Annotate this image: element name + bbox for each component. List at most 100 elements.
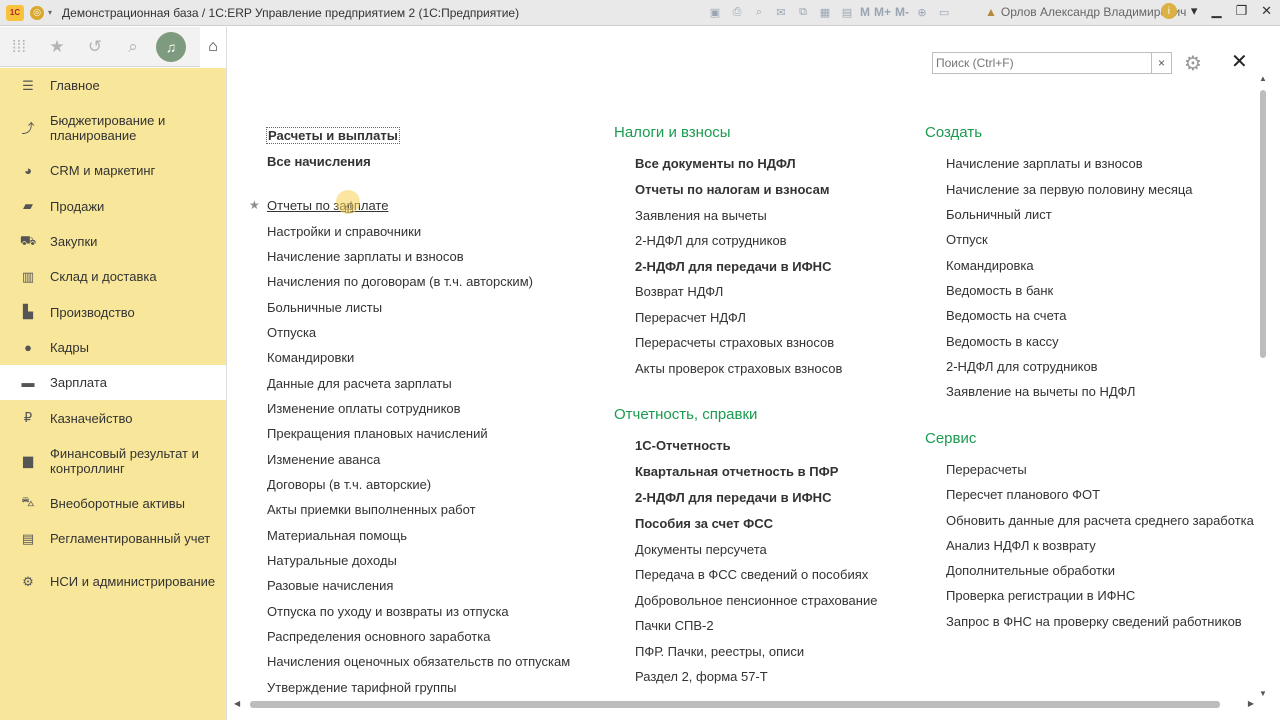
list-item[interactable]: Дополнительные обработки <box>946 563 1115 578</box>
apps-grid-icon[interactable]: ⁞⁞⁞ <box>0 27 38 67</box>
scroll-left-icon[interactable]: ◀ <box>234 699 240 708</box>
list-item[interactable]: 1С-Отчетность <box>635 438 731 453</box>
list-item[interactable]: Больничный лист <box>946 207 1052 222</box>
calendar-icon[interactable]: ▦ <box>816 4 834 20</box>
list-item[interactable]: Возврат НДФЛ <box>635 284 723 299</box>
list-item[interactable]: Анализ НДФЛ к возврату <box>946 538 1096 553</box>
search-icon[interactable]: ⌕ <box>114 27 152 67</box>
list-item[interactable]: Перерасчеты <box>946 462 1027 477</box>
link-icon[interactable]: ⧉ <box>794 4 812 20</box>
vertical-scrollbar[interactable]: ▲ ▼ <box>1257 72 1269 700</box>
list-item[interactable]: Распределения основного заработка <box>267 629 490 644</box>
sidebar-item-production[interactable]: ▙ Производство <box>0 294 226 329</box>
list-item[interactable]: Квартальная отчетность в ПФР <box>635 464 838 479</box>
link-payments[interactable]: Расчеты и выплаты <box>266 127 400 144</box>
list-item[interactable]: Отпуска по уходу и возвраты из отпуска <box>267 604 509 619</box>
list-item[interactable]: Настройки и справочники <box>267 224 421 239</box>
vertical-scroll-thumb[interactable] <box>1260 90 1266 358</box>
list-item[interactable]: Начисления по договорам (в т.ч. авторски… <box>267 274 533 289</box>
search-input[interactable] <box>933 53 1151 73</box>
list-item[interactable]: Прекращения плановых начислений <box>267 426 488 441</box>
list-item[interactable]: Перерасчет НДФЛ <box>635 310 746 325</box>
list-item[interactable]: Начисление зарплаты и взносов <box>267 249 464 264</box>
minimize-icon[interactable]: ▁ <box>1211 3 1221 19</box>
notifications-bell-icon[interactable]: ♫ <box>156 31 186 62</box>
save-icon[interactable]: ▣ <box>706 4 724 20</box>
home-icon[interactable]: ⌂ <box>200 27 226 67</box>
print-icon[interactable]: ⎙ <box>728 4 746 20</box>
sidebar-item-budgeting[interactable]: ⤴ Бюджетирование и планирование <box>0 103 226 153</box>
list-item[interactable]: 2-НДФЛ для передачи в ИФНС <box>635 490 831 505</box>
list-item[interactable]: Ведомость в кассу <box>946 334 1059 349</box>
list-item[interactable]: Все документы по НДФЛ <box>635 156 796 171</box>
scroll-up-icon[interactable]: ▲ <box>1259 74 1267 83</box>
link-salary-reports[interactable]: Отчеты по зарплате <box>267 198 388 213</box>
sidebar-item-warehouse[interactable]: ▥ Склад и доставка <box>0 259 226 294</box>
app-menu-icon[interactable]: ◎ <box>30 5 44 20</box>
list-item[interactable]: Больничные листы <box>267 300 382 315</box>
info-icon[interactable]: i <box>1160 3 1177 19</box>
favorites-star-icon[interactable]: ★ <box>38 27 76 67</box>
list-item[interactable]: ПФР. Пачки, реестры, описи <box>635 644 804 659</box>
list-item[interactable]: Материальная помощь <box>267 528 407 543</box>
list-item[interactable]: Отчеты по налогам и взносам <box>635 182 829 197</box>
scroll-right-icon[interactable]: ▶ <box>1248 699 1254 708</box>
settings-gear-icon[interactable]: ⚙ <box>1184 51 1202 76</box>
sidebar-item-fixed-assets[interactable]: ⛍ Внеоборотные активы <box>0 486 226 521</box>
sidebar-item-hr[interactable]: ● Кадры <box>0 330 226 365</box>
list-item[interactable]: Ведомость в банк <box>946 283 1053 298</box>
memory-minus-button[interactable]: M- <box>895 5 909 19</box>
find-icon[interactable]: ⌕ <box>750 4 768 20</box>
list-item[interactable]: Добровольное пенсионное страхование <box>635 593 877 608</box>
list-item[interactable]: Начисление зарплаты и взносов <box>946 156 1143 171</box>
list-item[interactable]: Командировка <box>946 258 1034 273</box>
list-item[interactable]: Натуральные доходы <box>267 553 397 568</box>
list-item[interactable]: Документы персучета <box>635 542 767 557</box>
sidebar-item-sales[interactable]: ▰ Продажи <box>0 189 226 224</box>
sidebar-item-admin[interactable]: ⚙ НСИ и администрирование <box>0 556 226 606</box>
list-item[interactable]: Утверждение тарифной группы <box>267 680 456 695</box>
list-item[interactable]: 2-НДФЛ для сотрудников <box>635 233 787 248</box>
list-item[interactable]: Перерасчеты страховых взносов <box>635 335 834 350</box>
list-item[interactable]: Пересчет планового ФОТ <box>946 487 1100 502</box>
list-item[interactable]: Заявления на вычеты <box>635 208 767 223</box>
sidebar-item-treasury[interactable]: ₽ Казначейство <box>0 400 226 435</box>
sidebar-item-crm[interactable]: ◕ CRM и маркетинг <box>0 153 226 188</box>
list-item[interactable]: Командировки <box>267 350 354 365</box>
user-menu[interactable]: ▲ Орлов Александр Владимирович <box>985 5 1186 19</box>
list-item[interactable]: Договоры (в т.ч. авторские) <box>267 477 431 492</box>
sidebar-item-regulated-accounting[interactable]: ▤ Регламентированный учет <box>0 521 226 556</box>
list-item[interactable]: Пособия за счет ФСС <box>635 516 773 531</box>
list-item[interactable]: Начисления оценочных обязательств по отп… <box>267 654 570 669</box>
maximize-icon[interactable]: ❐ <box>1235 3 1247 19</box>
sidebar-item-main[interactable]: ☰ Главное <box>0 68 226 103</box>
horizontal-scroll-thumb[interactable] <box>250 701 1220 708</box>
list-item[interactable]: Акты приемки выполненных работ <box>267 502 476 517</box>
link-all-accruals[interactable]: Все начисления <box>267 154 371 169</box>
calculator-icon[interactable]: ▤ <box>838 4 856 20</box>
list-item[interactable]: Раздел 2, форма 57-Т <box>635 669 768 684</box>
list-item[interactable]: Заявление на вычеты по НДФЛ <box>946 384 1135 399</box>
list-item[interactable]: Разовые начисления <box>267 578 393 593</box>
sidebar-item-salary[interactable]: ▬ Зарплата <box>0 365 226 401</box>
app-menu-dropdown-icon[interactable]: ▾ <box>48 8 52 17</box>
list-item[interactable]: Данные для расчета зарплаты <box>267 376 452 391</box>
zoom-icon[interactable]: ⊕ <box>913 4 931 20</box>
list-item[interactable]: 2-НДФЛ для сотрудников <box>946 359 1098 374</box>
list-item[interactable]: 2-НДФЛ для передачи в ИФНС <box>635 259 831 274</box>
fullscreen-icon[interactable]: ▭ <box>935 4 953 20</box>
list-item[interactable]: Акты проверок страховых взносов <box>635 361 842 376</box>
memory-plus-button[interactable]: M+ <box>874 5 891 19</box>
list-item[interactable]: Передача в ФСС сведений о пособиях <box>635 567 868 582</box>
list-item[interactable]: Проверка регистрации в ИФНС <box>946 588 1135 603</box>
history-icon[interactable]: ↺ <box>76 27 114 67</box>
clear-search-button[interactable]: × <box>1151 53 1171 73</box>
list-item[interactable]: Отпуск <box>946 232 988 247</box>
list-item[interactable]: Ведомость на счета <box>946 308 1066 323</box>
horizontal-scrollbar[interactable]: ◀ ▶ <box>226 697 1256 711</box>
sidebar-item-financial-result[interactable]: ▆ Финансовый результат и контроллинг <box>0 436 226 486</box>
list-item[interactable]: Обновить данные для расчета среднего зар… <box>946 513 1254 528</box>
list-item[interactable]: Запрос в ФНС на проверку сведений работн… <box>946 614 1242 629</box>
list-item[interactable]: Начисление за первую половину месяца <box>946 182 1193 197</box>
scroll-down-icon[interactable]: ▼ <box>1259 689 1267 698</box>
